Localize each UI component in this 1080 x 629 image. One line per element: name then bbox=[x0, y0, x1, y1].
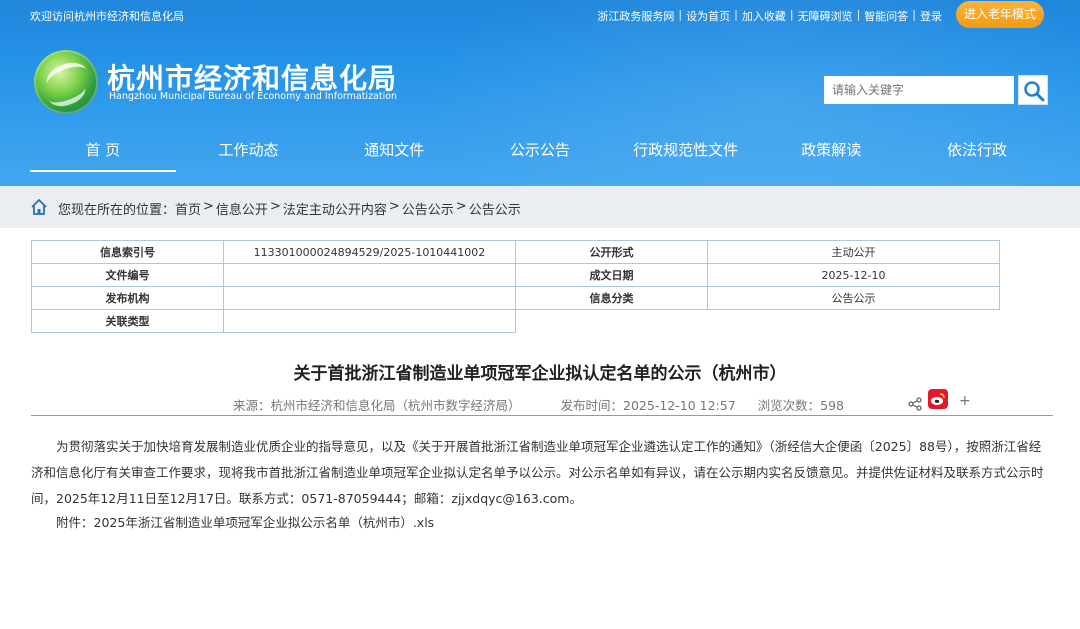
breadcrumb-info-disclosure[interactable]: 信息公开 bbox=[216, 199, 268, 218]
nav-item-law-administration[interactable]: 依法行政 bbox=[904, 130, 1050, 172]
more-share-icon[interactable]: + bbox=[959, 393, 971, 409]
breadcrumb-separator: > bbox=[203, 199, 214, 214]
nav-item-announcements[interactable]: 公示公告 bbox=[467, 130, 613, 172]
form-label: 公开形式 bbox=[515, 240, 708, 264]
nav-item-home[interactable]: 首 页 bbox=[30, 130, 176, 172]
top-link-separator: | bbox=[678, 8, 683, 21]
attachment-label: 附件： bbox=[56, 515, 94, 530]
top-link-set-homepage[interactable]: 设为首页 bbox=[686, 8, 730, 24]
index-label: 信息索引号 bbox=[31, 240, 224, 264]
search-input[interactable] bbox=[824, 76, 1014, 104]
attachment: 附件：2025年浙江省制造业单项冠军企业拟公示名单（杭州市）.xls bbox=[56, 510, 434, 536]
table-row: 发布机构 信息分类 公告公示 bbox=[31, 286, 1000, 310]
top-link-separator: | bbox=[789, 8, 794, 21]
breadcrumb-items: 首页 > 信息公开 > 法定主动公开内容 > 公告公示 > 公告公示 bbox=[175, 199, 521, 218]
article-body: 为贯彻落实关于加快培育发展制造业优质企业的指导意见，以及《关于开展首批浙江省制造… bbox=[31, 439, 1044, 506]
meta-gap bbox=[521, 395, 561, 414]
nav-item-policy-interpretation[interactable]: 政策解读 bbox=[758, 130, 904, 172]
table-row: 信息索引号 113301000024894529/2025-1010441002… bbox=[31, 240, 1000, 264]
article-meta: 来源：杭州市经济和信息化局（杭州市数字经济局） 发布时间：2025-12-10 … bbox=[233, 395, 844, 414]
docno-label: 文件编号 bbox=[31, 263, 224, 287]
table-row: 文件编号 成文日期 2025-12-10 bbox=[31, 263, 1000, 287]
top-link-separator: | bbox=[912, 8, 916, 21]
breadcrumb-home[interactable]: 首页 bbox=[175, 199, 201, 218]
bureau-logo-icon bbox=[34, 50, 98, 114]
site-subtitle: Hangzhou Municipal Bureau of Economy and… bbox=[109, 91, 398, 102]
org-value bbox=[223, 286, 516, 310]
search-icon bbox=[1024, 81, 1045, 102]
article-views: 浏览次数：598 bbox=[757, 398, 845, 413]
breadcrumb-label: 您现在所在的位置： bbox=[58, 203, 176, 218]
form-value: 主动公开 bbox=[707, 240, 1000, 264]
article-publish-time: 发布时间：2025-12-10 12:57 bbox=[560, 398, 736, 413]
category-label: 信息分类 bbox=[515, 286, 708, 310]
nav-item-work-news[interactable]: 工作动态 bbox=[176, 130, 322, 172]
info-table: 信息索引号 113301000024894529/2025-1010441002… bbox=[31, 240, 1000, 333]
breadcrumb: 您现在所在的位置： 首页 > 信息公开 > 法定主动公开内容 > 公告公示 > … bbox=[0, 186, 1080, 228]
top-link-smart-qa[interactable]: 智能问答 bbox=[864, 8, 908, 24]
category-value: 公告公示 bbox=[707, 286, 1000, 310]
related-label: 关联类型 bbox=[31, 309, 224, 333]
top-link-zwfw[interactable]: 浙江政务服务网 bbox=[597, 8, 674, 24]
weibo-share-icon[interactable] bbox=[928, 389, 948, 409]
welcome-text: 欢迎访问杭州市经济和信息化局 bbox=[30, 10, 184, 23]
article-source: 来源：杭州市经济和信息化局（杭州市数字经济局） bbox=[233, 398, 521, 413]
date-value: 2025-12-10 bbox=[707, 263, 1000, 287]
meta-gap bbox=[736, 395, 758, 414]
breadcrumb-separator: > bbox=[455, 199, 467, 214]
search-button[interactable] bbox=[1018, 75, 1048, 105]
article-title: 关于首批浙江省制造业单项冠军企业拟认定名单的公示（杭州市） bbox=[293, 364, 787, 384]
top-bar: 欢迎访问杭州市经济和信息化局 浙江政务服务网 | 设为首页 | 加入收藏 | 无… bbox=[0, 0, 1080, 30]
breadcrumb-announcements[interactable]: 公告公示 bbox=[402, 199, 454, 218]
breadcrumb-announcements-current[interactable]: 公告公示 bbox=[469, 199, 521, 218]
top-link-separator: | bbox=[734, 8, 738, 21]
breadcrumb-separator: > bbox=[269, 199, 281, 214]
nav-item-notices[interactable]: 通知文件 bbox=[321, 130, 467, 172]
top-link-accessibility[interactable]: 无障碍浏览 bbox=[798, 8, 853, 24]
home-icon bbox=[31, 199, 47, 215]
docno-value bbox=[223, 263, 516, 287]
elder-mode-button[interactable]: 进入老年模式 bbox=[956, 1, 1044, 28]
breadcrumb-separator: > bbox=[388, 199, 400, 214]
date-label: 成文日期 bbox=[515, 263, 708, 287]
top-link-bookmark[interactable]: 加入收藏 bbox=[742, 8, 786, 24]
main-nav: 首 页 工作动态 通知文件 公示公告 行政规范性文件 政策解读 依法行政 bbox=[30, 130, 1050, 172]
top-links: 浙江政务服务网 | 设为首页 | 加入收藏 | 无障碍浏览 | 智能问答 | 登… bbox=[597, 8, 942, 24]
org-label: 发布机构 bbox=[31, 286, 224, 310]
site-header: 欢迎访问杭州市经济和信息化局 浙江政务服务网 | 设为首页 | 加入收藏 | 无… bbox=[0, 0, 1080, 186]
table-empty-cell bbox=[516, 310, 1000, 333]
share-icon[interactable] bbox=[908, 397, 922, 411]
top-link-separator: | bbox=[856, 8, 861, 21]
related-value bbox=[223, 309, 516, 333]
table-row: 关联类型 bbox=[31, 309, 1000, 333]
index-value: 113301000024894529/2025-1010441002 bbox=[223, 240, 516, 264]
top-link-login[interactable]: 登录 bbox=[920, 8, 942, 24]
article-divider bbox=[31, 415, 1053, 416]
attachment-link[interactable]: 2025年浙江省制造业单项冠军企业拟公示名单（杭州市）.xls bbox=[94, 515, 435, 530]
nav-item-normative-docs[interactable]: 行政规范性文件 bbox=[613, 130, 759, 172]
breadcrumb-statutory-disclosure[interactable]: 法定主动公开内容 bbox=[283, 199, 387, 218]
